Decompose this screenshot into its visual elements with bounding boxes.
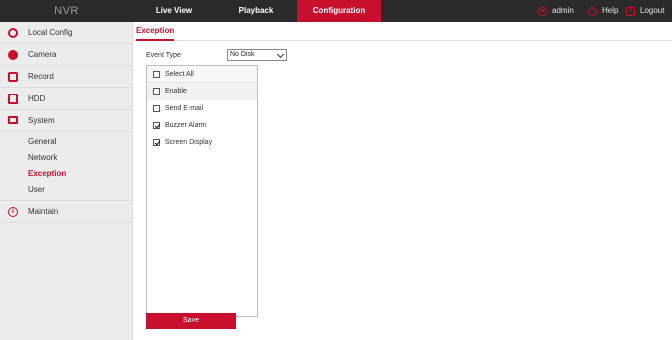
sidebar-item-hdd[interactable]: HDD bbox=[0, 88, 132, 110]
nav-configuration[interactable]: Configuration bbox=[297, 0, 381, 22]
sidebar: Local Config Camera Record HDD System Ge… bbox=[0, 22, 133, 340]
sidebar-item-label: Record bbox=[28, 72, 54, 81]
enable-checkbox[interactable] bbox=[153, 88, 160, 95]
user-icon bbox=[538, 6, 547, 16]
chevron-down-icon bbox=[276, 50, 285, 59]
hdd-icon bbox=[8, 94, 18, 104]
brand-logo: NVR bbox=[54, 5, 79, 17]
select-all-row[interactable]: Select All bbox=[147, 66, 257, 83]
record-icon bbox=[8, 72, 18, 82]
user-name: admin bbox=[552, 6, 574, 15]
select-all-label: Select All bbox=[165, 71, 194, 78]
sidebar-sub-network[interactable]: Network bbox=[0, 150, 132, 166]
option-label: Enable bbox=[165, 88, 187, 95]
option-label: Screen Display bbox=[165, 139, 213, 146]
user-menu[interactable]: admin bbox=[538, 0, 574, 22]
main-panel: Exception Event Type No Disk Select All … bbox=[134, 22, 672, 340]
option-label: Send E-mail bbox=[165, 105, 204, 112]
sidebar-sub-general[interactable]: General bbox=[0, 134, 132, 150]
help-link[interactable]: ? Help bbox=[588, 0, 618, 22]
top-bar: NVR Live View Playback Configuration adm… bbox=[0, 0, 672, 22]
sidebar-sub-exception[interactable]: Exception bbox=[0, 166, 132, 182]
sidebar-item-maintain[interactable]: i Maintain bbox=[0, 201, 132, 223]
camera-icon bbox=[8, 50, 18, 60]
sidebar-item-label: Local Config bbox=[28, 28, 73, 37]
sidebar-item-local-config[interactable]: Local Config bbox=[0, 22, 132, 44]
sidebar-item-label: Maintain bbox=[28, 207, 59, 216]
sidebar-item-camera[interactable]: Camera bbox=[0, 44, 132, 66]
monitor-icon bbox=[8, 116, 18, 124]
tab-header: Exception bbox=[134, 22, 672, 41]
event-type-value: No Disk bbox=[230, 51, 255, 58]
sidebar-item-system[interactable]: System bbox=[0, 110, 132, 132]
nav-live-view[interactable]: Live View bbox=[133, 0, 215, 22]
sidebar-item-label: Camera bbox=[28, 50, 57, 59]
logout-link[interactable]: Logout bbox=[626, 0, 664, 22]
sidebar-item-label: System bbox=[28, 116, 55, 125]
help-label: Help bbox=[602, 6, 619, 15]
save-button[interactable]: Save bbox=[146, 313, 236, 329]
list-item[interactable]: Send E-mail bbox=[147, 100, 257, 117]
list-item[interactable]: Buzzer Alarm bbox=[147, 117, 257, 134]
sidebar-item-label: HDD bbox=[28, 94, 46, 103]
list-item[interactable]: Screen Display bbox=[147, 134, 257, 151]
screen-display-checkbox[interactable] bbox=[153, 139, 160, 146]
event-type-label: Event Type bbox=[146, 52, 181, 59]
tab-exception[interactable]: Exception bbox=[136, 26, 175, 41]
system-submenu: General Network Exception User bbox=[0, 132, 132, 201]
action-list: Select All Enable Send E-mail Buzzer Ala… bbox=[146, 65, 258, 317]
sidebar-sub-user[interactable]: User bbox=[0, 182, 132, 198]
logout-icon bbox=[626, 5, 635, 16]
info-icon: i bbox=[8, 207, 18, 217]
send-email-checkbox[interactable] bbox=[153, 105, 160, 112]
event-type-select[interactable]: No Disk bbox=[227, 49, 287, 61]
sidebar-item-record[interactable]: Record bbox=[0, 66, 132, 88]
list-item[interactable]: Enable bbox=[147, 83, 257, 100]
nav-playback[interactable]: Playback bbox=[215, 0, 297, 22]
help-icon: ? bbox=[588, 6, 597, 16]
buzzer-alarm-checkbox[interactable] bbox=[153, 122, 160, 129]
option-label: Buzzer Alarm bbox=[165, 122, 207, 129]
select-all-checkbox[interactable] bbox=[153, 71, 160, 78]
logout-label: Logout bbox=[640, 6, 665, 15]
gear-icon bbox=[8, 28, 18, 38]
